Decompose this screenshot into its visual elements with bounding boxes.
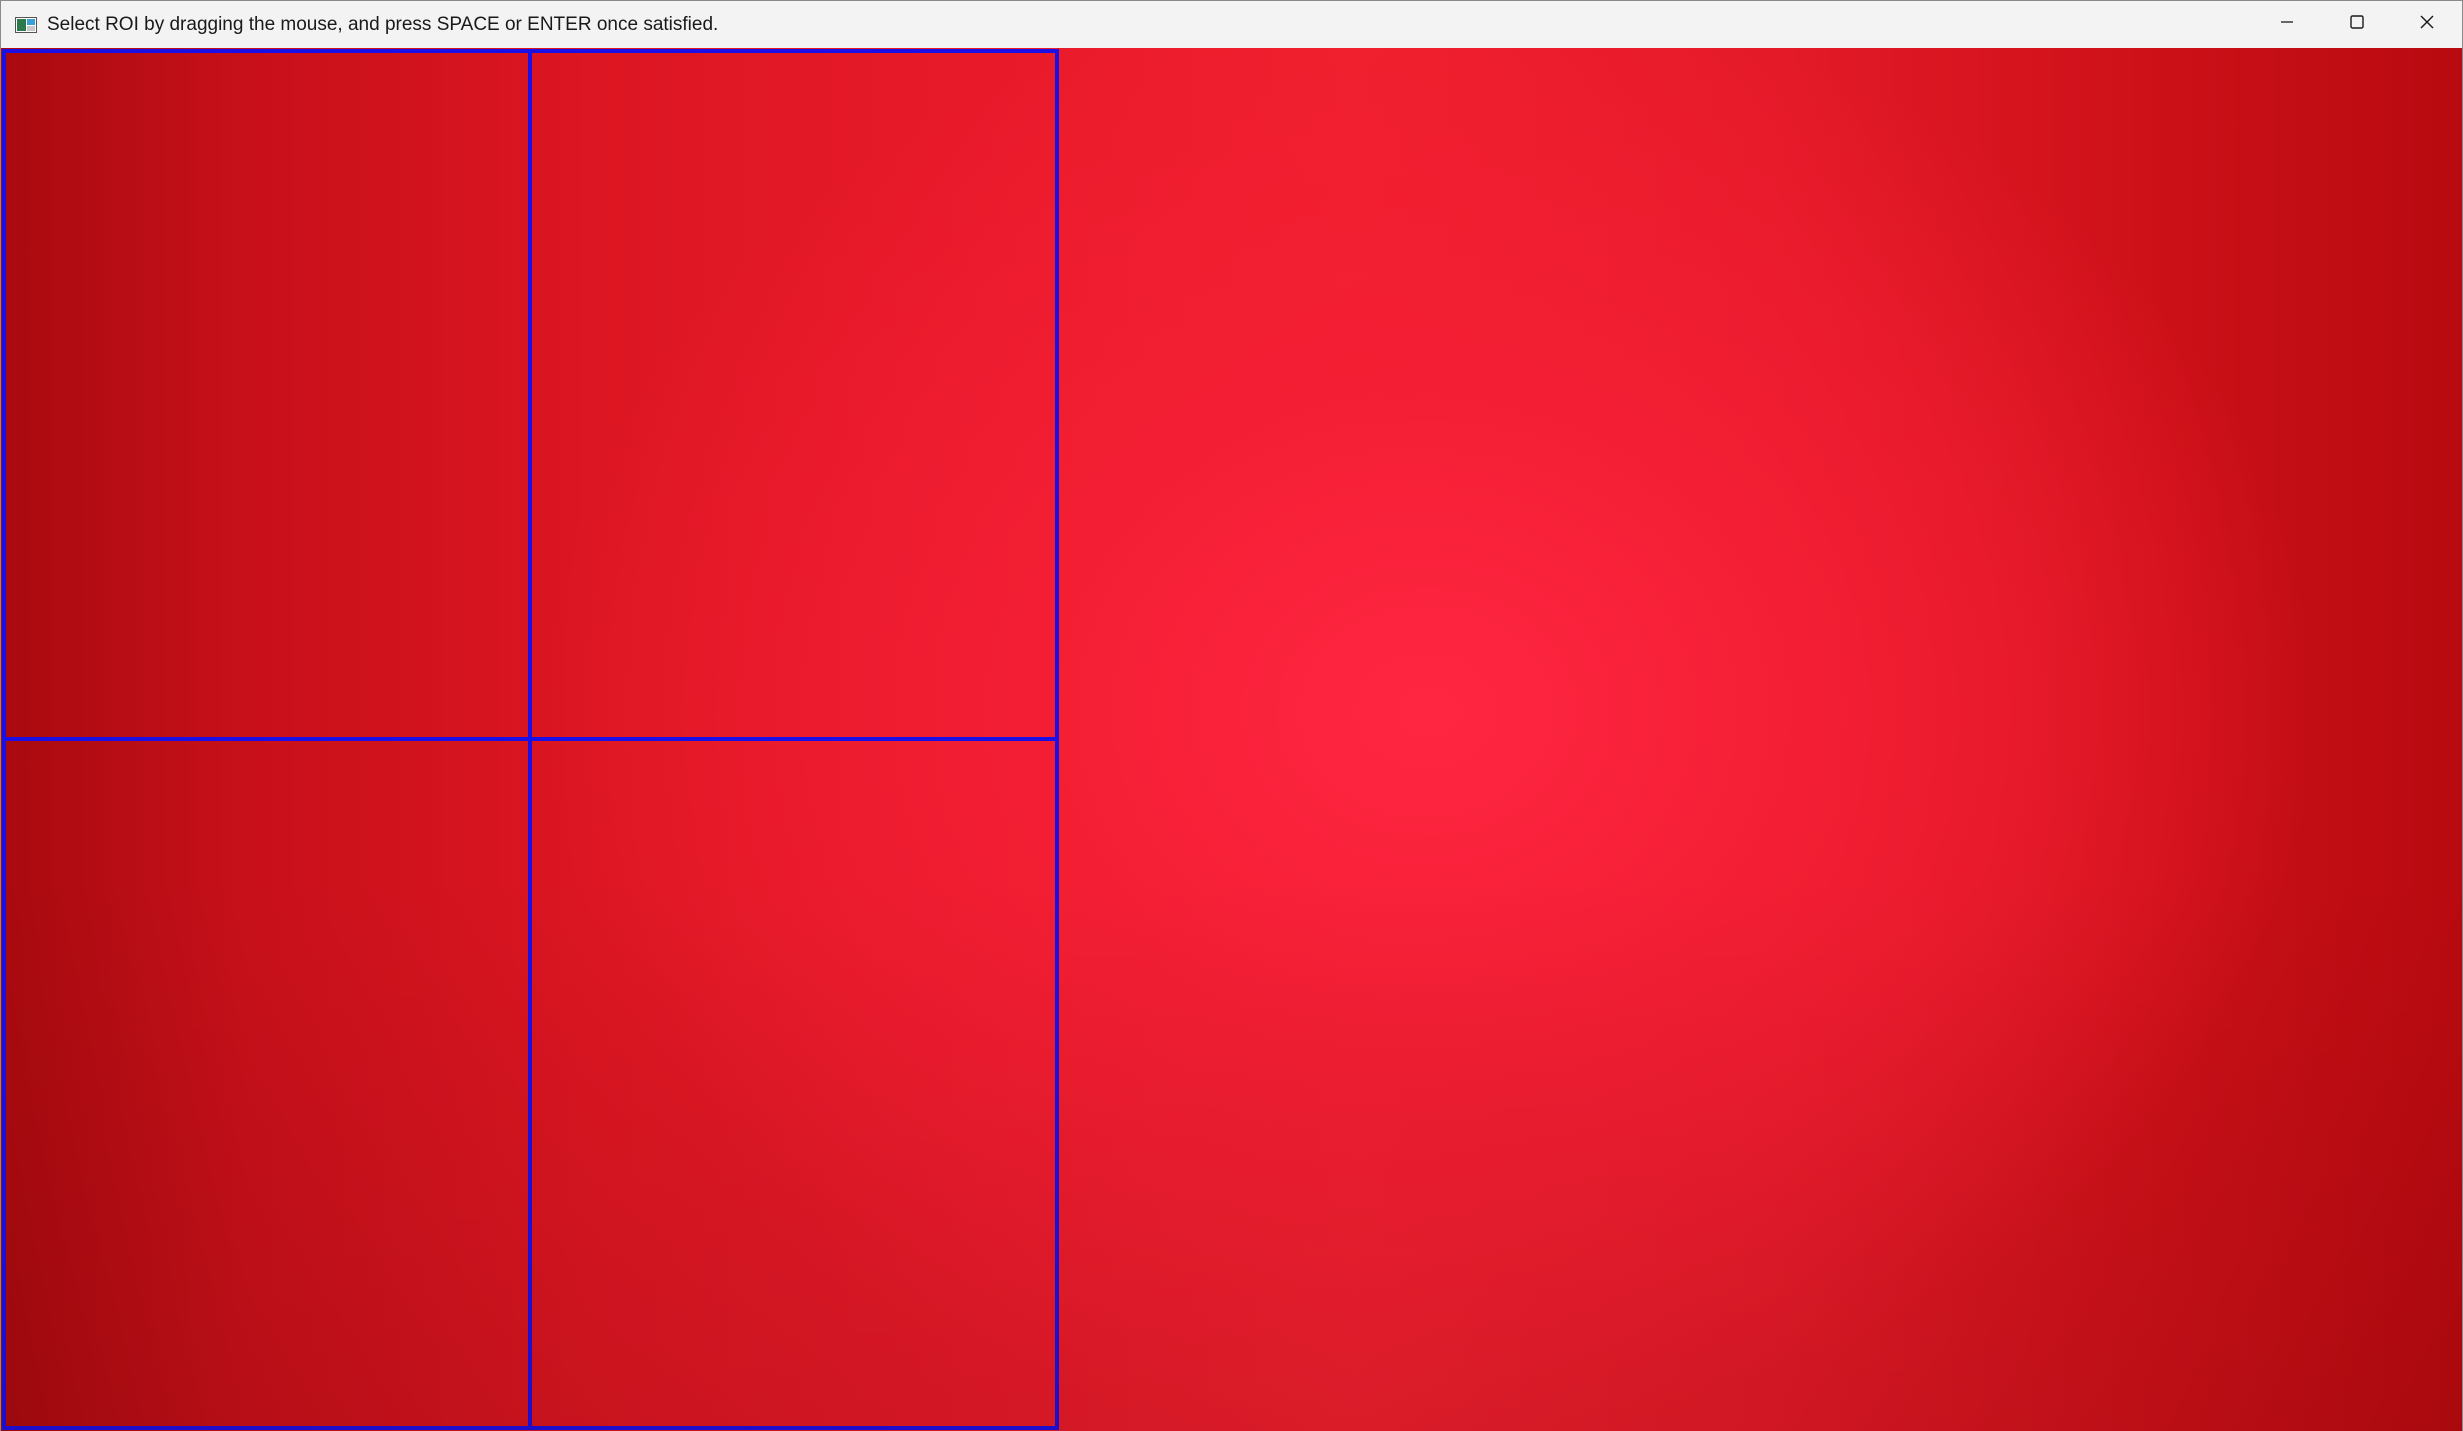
close-button[interactable] — [2392, 1, 2462, 48]
maximize-button[interactable] — [2322, 1, 2392, 48]
minimize-icon — [2279, 14, 2295, 35]
roi-cell-top-left — [2, 49, 532, 741]
roi-selector-window: Select ROI by dragging the mouse, and pr… — [0, 0, 2463, 1431]
roi-cell-bottom-right — [528, 737, 1059, 1430]
close-icon — [2418, 13, 2436, 36]
roi-cell-top-right — [528, 49, 1059, 741]
image-canvas[interactable] — [1, 48, 2462, 1431]
roi-cell-bottom-left — [2, 737, 532, 1430]
window-title: Select ROI by dragging the mouse, and pr… — [47, 13, 719, 35]
minimize-button[interactable] — [2252, 1, 2322, 48]
title-bar[interactable]: Select ROI by dragging the mouse, and pr… — [1, 1, 2462, 48]
app-window-icon — [15, 16, 37, 34]
roi-grid-overlay — [2, 49, 1059, 1430]
maximize-icon — [2348, 13, 2366, 36]
caption-buttons — [2252, 1, 2462, 48]
